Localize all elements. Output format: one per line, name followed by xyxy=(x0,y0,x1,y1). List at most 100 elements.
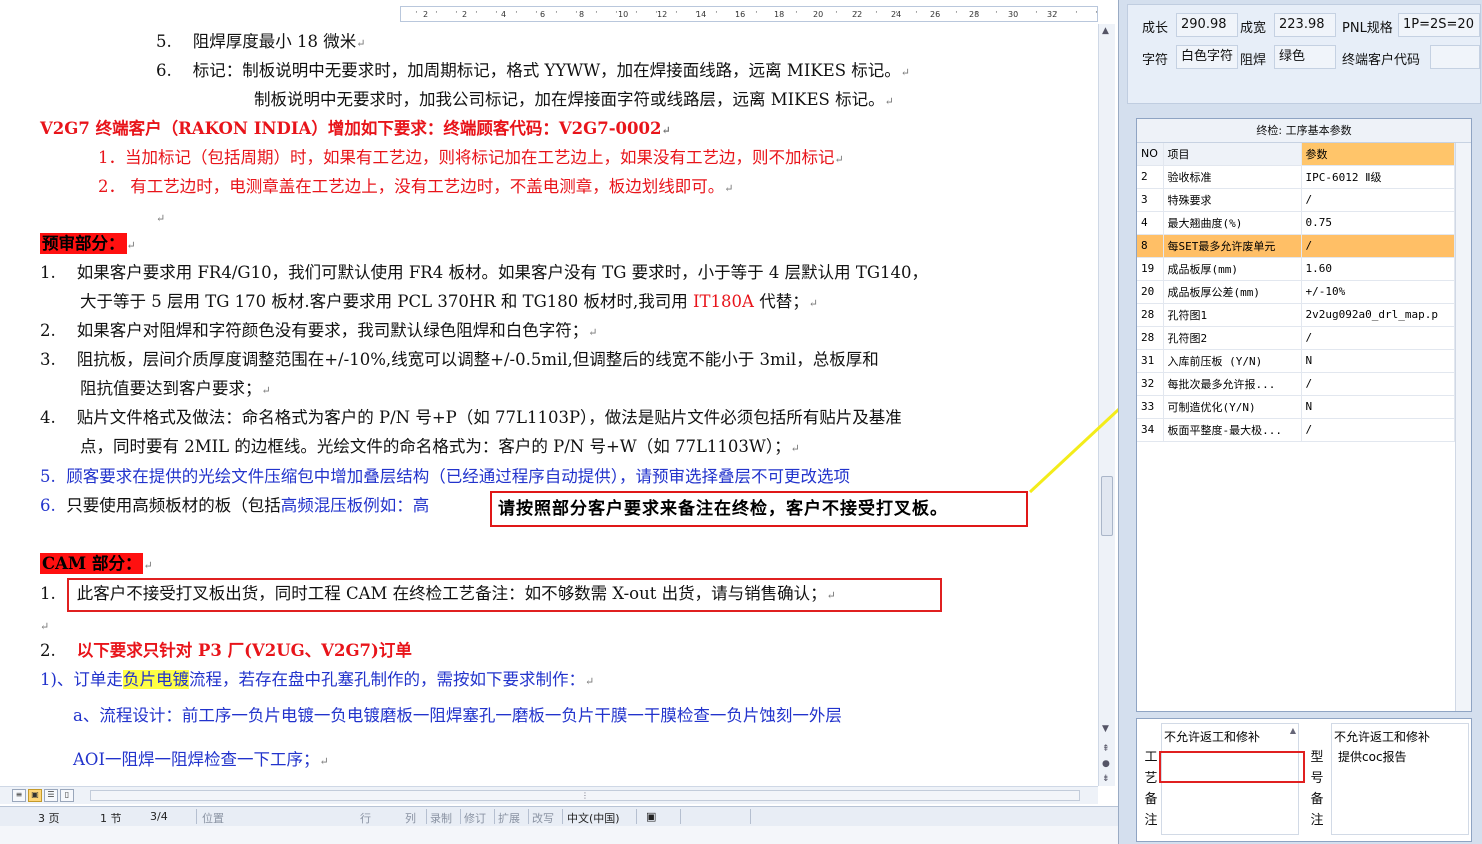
doc-line-5: 5. 阻焊厚度最小 18 微米↵ xyxy=(156,32,366,51)
ruler-dot: · xyxy=(555,8,558,18)
status-record[interactable]: 录制 xyxy=(430,810,452,826)
cell-item[interactable]: 入库前压板 (Y/N) xyxy=(1163,349,1302,373)
cell-item[interactable]: 特殊要求 xyxy=(1163,188,1302,212)
cell-val[interactable]: / xyxy=(1301,418,1455,442)
cell-no[interactable]: 31 xyxy=(1137,349,1164,373)
cell-val[interactable]: 2v2ug092a0_drl_map.p xyxy=(1301,303,1455,327)
table-row[interactable]: 33 可制造优化(Y/N) N xyxy=(1137,395,1455,419)
cell-item[interactable]: 成品板厚(mm) xyxy=(1163,257,1302,281)
status-language[interactable]: 中文(中国) xyxy=(567,810,620,826)
cell-item[interactable]: 可制造优化(Y/N) xyxy=(1163,395,1302,419)
cell-val[interactable]: / xyxy=(1301,372,1455,396)
width-field[interactable]: 223.98 xyxy=(1274,13,1336,37)
table-row[interactable]: 32 每批次最多允许报... / xyxy=(1137,372,1455,396)
cell-val[interactable]: N xyxy=(1301,395,1455,419)
header-item[interactable]: 项目 xyxy=(1163,143,1302,166)
cell-val[interactable]: / xyxy=(1301,234,1455,258)
cell-item[interactable]: 每SET最多允许废单元 xyxy=(1163,234,1302,258)
table-row[interactable]: 31 入库前压板 (Y/N) N xyxy=(1137,349,1455,373)
horizontal-ruler[interactable]: 2 2 4 6 8 10 12 14 16 18 20 22 24 26 28 30 32 · · · · · · · · · · ·… xyxy=(400,6,1098,22)
outline-view-icon[interactable]: ☰ xyxy=(44,789,58,802)
cell-no[interactable]: 20 xyxy=(1137,280,1164,304)
cell-no[interactable]: 4 xyxy=(1137,211,1164,235)
table-row[interactable]: 28 孔符图2/ xyxy=(1137,326,1455,350)
header-no[interactable]: NO xyxy=(1137,143,1164,166)
status-revision[interactable]: 修订 xyxy=(464,810,486,826)
char-field[interactable]: 白色字符 xyxy=(1176,45,1238,69)
cell-val[interactable]: +/-10% xyxy=(1301,280,1455,304)
ruler-mark: 8 xyxy=(579,10,585,19)
cell-no[interactable]: 2 xyxy=(1137,165,1164,189)
model-remark-field[interactable]: 不允许返工和修补 提供coc报告 xyxy=(1331,723,1469,835)
table-row[interactable]: 34 板面平整度-最大极... / xyxy=(1137,418,1455,442)
cell-item[interactable]: 验收标准 xyxy=(1163,165,1302,189)
status-overtype[interactable]: 改写 xyxy=(532,810,554,826)
cell-no[interactable]: 33 xyxy=(1137,395,1164,419)
cell-no[interactable]: 8 xyxy=(1137,234,1164,258)
cell-no[interactable]: 28 xyxy=(1137,326,1164,350)
cell-val[interactable]: N xyxy=(1301,349,1455,373)
normal-view-icon[interactable]: ≡ xyxy=(12,789,26,802)
reading-view-icon[interactable]: ▯ xyxy=(60,789,74,802)
cell-val[interactable]: / xyxy=(1301,188,1455,212)
cell-val[interactable]: / xyxy=(1301,326,1455,350)
cell-val[interactable]: 1.60 xyxy=(1301,257,1455,281)
table-row[interactable]: 20 成品板厚公差(mm) +/-10% xyxy=(1137,280,1455,304)
spellcheck-icon[interactable]: ▣ xyxy=(646,810,656,823)
vertical-scrollbar[interactable]: ▲ ▼ ⇞ ● ⇟ xyxy=(1098,24,1115,786)
prev-page-icon[interactable]: ⇞ xyxy=(1102,744,1110,754)
status-extend[interactable]: 扩展 xyxy=(498,810,520,826)
cell-no[interactable]: 3 xyxy=(1137,188,1164,212)
table-row[interactable]: 8 每SET最多允许废单元 / xyxy=(1137,234,1455,258)
cell-no[interactable]: 28 xyxy=(1137,303,1164,327)
cell-item[interactable]: 成品板厚公差(mm) xyxy=(1163,280,1302,304)
pre-item-1b: 大于等于 5 层用 TG 170 板材.客户要求用 PCL 370HR 和 TG… xyxy=(80,292,818,311)
pre-item-4a: 4. 贴片文件格式及做法：命名格式为客户的 P/N 号+P（如 77L1103P… xyxy=(40,408,902,427)
table-row[interactable]: 2 验收标准 IPC-6012 Ⅱ级 xyxy=(1137,165,1455,189)
cell-item[interactable]: 孔符图1 xyxy=(1163,303,1302,327)
ruler-dot: · xyxy=(535,8,538,18)
header-param[interactable]: 参数 xyxy=(1301,143,1455,166)
cam-item-5: AOI一阻焊一阻焊检查一下工序；↵ xyxy=(73,750,329,769)
ruler-mark: 6 xyxy=(540,10,546,19)
ruler-dot: · xyxy=(995,8,998,18)
table-row[interactable]: 28 孔符图1 2v2ug092a0_drl_map.p xyxy=(1137,303,1455,327)
pre-item-4b: 点，同时要有 2MIL 的边框线。光绘文件的命名格式为：客户的 P/N 号+W（… xyxy=(80,437,800,456)
document-area[interactable]: 2 2 4 6 8 10 12 14 16 18 20 22 24 26 28 30 32 · · · · · · · · · · ·… xyxy=(0,0,1118,844)
pre-item-5: 5. 顾客要求在提供的光绘文件压缩包中增加叠层结构（已经通过程序自动提供），请预… xyxy=(40,467,850,486)
horizontal-scrollbar[interactable]: ≡ ▣ ☰ ▯ ⋮ xyxy=(0,786,1098,804)
ruler-dot: · xyxy=(875,8,878,18)
v2g7-item-2: 2． 有工艺边时，电测章盖在工艺边上，没有工艺边时，不盖电测章，板边划线即可。↵ xyxy=(98,177,734,196)
ruler-dot: · xyxy=(775,8,778,18)
table-row[interactable]: 3 特殊要求 / xyxy=(1137,188,1455,212)
next-page-icon[interactable]: ⇟ xyxy=(1102,774,1110,784)
ruler-dot: · xyxy=(595,8,598,18)
pnl-field[interactable]: 1P=2S=20 xyxy=(1398,13,1480,37)
mask-field[interactable]: 绿色 xyxy=(1274,45,1336,69)
table-row[interactable]: 19 成品板厚(mm) 1.60 xyxy=(1137,257,1455,281)
cell-val[interactable]: 0.75 xyxy=(1301,211,1455,235)
endcode-field[interactable] xyxy=(1430,45,1480,69)
cell-no[interactable]: 32 xyxy=(1137,372,1164,396)
horizontal-scroll-track[interactable]: ⋮ xyxy=(90,790,1080,801)
table-row[interactable]: 4 最大翘曲度(%) 0.75 xyxy=(1137,211,1455,235)
cell-item[interactable]: 每批次最多允许报... xyxy=(1163,372,1302,396)
scroll-up-icon[interactable]: ▲ xyxy=(1290,726,1296,735)
length-field[interactable]: 290.98 xyxy=(1176,13,1238,37)
cell-item[interactable]: 最大翘曲度(%) xyxy=(1163,211,1302,235)
ruler-dot: · xyxy=(1075,8,1078,18)
ruler-dot: · xyxy=(1095,8,1098,18)
scroll-thumb[interactable] xyxy=(1101,476,1113,536)
scroll-up-icon[interactable]: ▲ xyxy=(1102,26,1109,36)
cell-item[interactable]: 板面平整度-最大极... xyxy=(1163,418,1302,442)
cell-no[interactable]: 34 xyxy=(1137,418,1164,442)
cell-no[interactable]: 19 xyxy=(1137,257,1164,281)
ruler-dot: · xyxy=(1015,8,1018,18)
page-view-icon[interactable]: ▣ xyxy=(28,789,42,802)
scroll-down-icon[interactable]: ▼ xyxy=(1102,724,1109,734)
select-browse-icon[interactable]: ● xyxy=(1102,759,1110,769)
cell-item[interactable]: 孔符图2 xyxy=(1163,326,1302,350)
cell-val[interactable]: IPC-6012 Ⅱ级 xyxy=(1301,165,1455,189)
grid-scrollbar[interactable] xyxy=(1455,143,1471,711)
ruler-mark: 2 xyxy=(423,10,429,19)
